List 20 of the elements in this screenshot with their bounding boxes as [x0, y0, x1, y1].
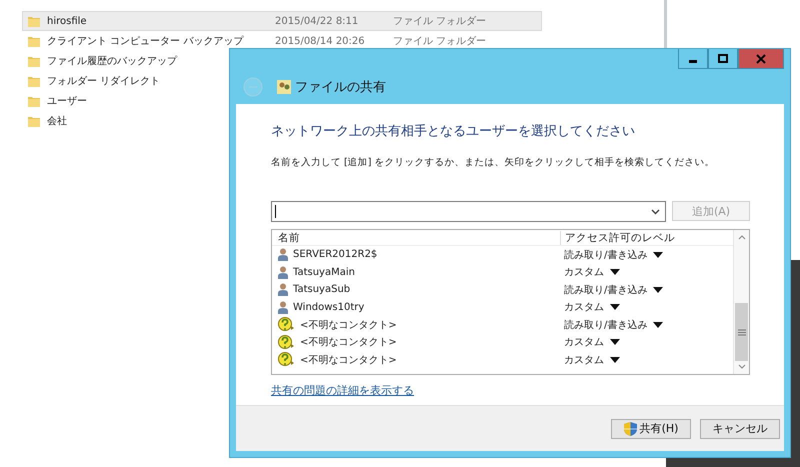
file-name: フォルダー リダイレクト [47, 76, 160, 87]
file-name: クライアント コンピューター バックアップ [47, 36, 244, 47]
user-name: SERVER2012R2$ [293, 249, 378, 260]
file-name: hirosfile [47, 16, 87, 26]
file-type: ファイル フォルダー [393, 35, 486, 48]
user-name: <不明なコンタクト> [300, 336, 397, 350]
user-name: TatsuyaMain [293, 266, 355, 278]
dialog-title: ファイルの共有 [295, 79, 386, 96]
user-name: <不明なコンタクト> [300, 354, 397, 367]
dialog-heading: ネットワーク上の共有相手となるユーザーを選択してください [271, 123, 636, 140]
file-name: ユーザー [47, 96, 87, 107]
instruction-text: 名前を入力して [追加] をクリックするか、または、矢印をクリックして相手を検索してください。 [271, 156, 716, 169]
user-name: <不明なコンタクト> [300, 318, 397, 332]
file-type: ファイル フォルダー [393, 15, 486, 28]
user-name: Windows10try [293, 302, 364, 313]
user-name: TatsuyaSub [293, 284, 350, 296]
file-date: 2015/04/22 8:11 [275, 16, 360, 26]
file-date: 2015/08/14 20:26 [275, 36, 366, 46]
file-name: ファイル履歴のバックアップ [47, 56, 177, 67]
file-name: 会社 [47, 116, 67, 127]
